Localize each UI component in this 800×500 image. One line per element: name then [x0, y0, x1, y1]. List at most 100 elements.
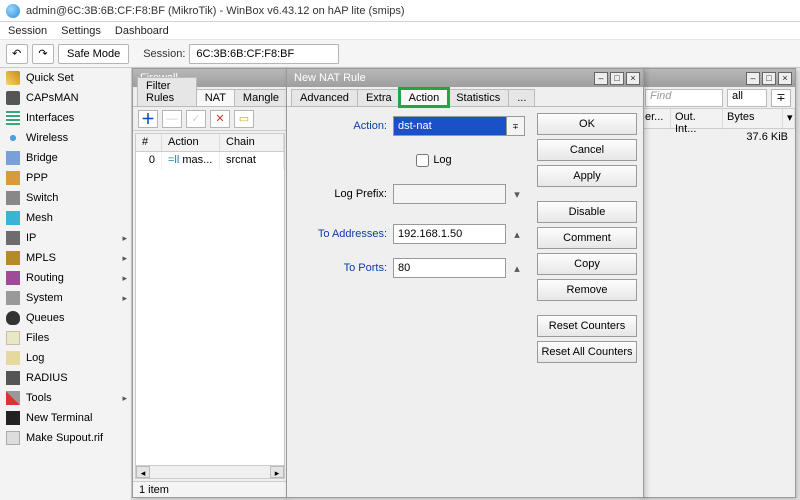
sidebar-item-label: Queues: [26, 312, 65, 324]
logprefix-input[interactable]: [393, 184, 506, 204]
sidebar-item-bridge[interactable]: Bridge: [0, 148, 131, 168]
files-icon: [6, 331, 20, 345]
close-button[interactable]: ×: [778, 72, 792, 85]
min-button[interactable]: –: [746, 72, 760, 85]
sidebar-item-label: Files: [26, 332, 49, 344]
max-button[interactable]: □: [762, 72, 776, 85]
submenu-arrow-icon: ▸: [122, 253, 127, 264]
table-row[interactable]: 0 =ll mas... srcnat: [136, 152, 284, 170]
nat-form: Action: dst-nat ∓ Log Log Prefix: ▾: [287, 107, 531, 497]
sidebar-item-queues[interactable]: Queues: [0, 308, 131, 328]
toports-collapse-icon[interactable]: ▴: [509, 262, 525, 275]
toaddresses-collapse-icon[interactable]: ▴: [509, 228, 525, 241]
reset-all-counters-button[interactable]: Reset All Counters: [537, 341, 637, 363]
logprefix-expand-icon[interactable]: ▾: [509, 188, 525, 201]
col-more[interactable]: ▾: [783, 109, 795, 128]
nat-titlebar[interactable]: New NAT Rule – □ ×: [287, 69, 643, 87]
sidebar-item-label: Tools: [26, 392, 52, 404]
ok-button[interactable]: OK: [537, 113, 637, 135]
sidebar-item-ip[interactable]: IP▸: [0, 228, 131, 248]
sidebar-item-capsman[interactable]: CAPsMAN: [0, 88, 131, 108]
toaddresses-input[interactable]: 192.168.1.50: [393, 224, 506, 244]
background-window-bar[interactable]: – □ ×: [641, 69, 795, 87]
sidebar-item-mesh[interactable]: Mesh: [0, 208, 131, 228]
tab-filter-rules[interactable]: Filter Rules: [137, 77, 197, 106]
disable-button[interactable]: Disable: [537, 201, 637, 223]
sidebar-item-log[interactable]: Log: [0, 348, 131, 368]
tab-statistics[interactable]: Statistics: [447, 89, 509, 106]
sidebar-item-radius[interactable]: RADIUS: [0, 368, 131, 388]
log-checkbox[interactable]: [416, 154, 429, 167]
close-button[interactable]: ×: [626, 72, 640, 85]
filter-dropdown[interactable]: ∓: [771, 89, 791, 107]
tab-nat[interactable]: NAT: [196, 89, 235, 106]
action-label: Action:: [293, 120, 387, 132]
submenu-arrow-icon: ▸: [122, 273, 127, 284]
col-number[interactable]: #: [136, 134, 162, 151]
firewall-grid: # Action Chain 0 =ll mas... srcnat: [135, 133, 285, 479]
col-action[interactable]: Action: [162, 134, 220, 151]
sidebar-item-system[interactable]: System▸: [0, 288, 131, 308]
comment-button[interactable]: ▭: [234, 110, 254, 128]
menu-dashboard[interactable]: Dashboard: [115, 25, 169, 37]
scroll-right-icon[interactable]: ▸: [270, 466, 284, 478]
nat-title: New NAT Rule: [290, 72, 366, 84]
filter-select[interactable]: all: [727, 89, 767, 107]
main-toolbar: ↷ ↷ Safe Mode Session: 6C:3B:6B:CF:F8:BF: [0, 40, 800, 68]
min-button[interactable]: –: [594, 72, 608, 85]
col-bytes[interactable]: Bytes: [723, 109, 783, 128]
disable-button[interactable]: ✕: [210, 110, 230, 128]
sidebar-item-make-supout-rif[interactable]: Make Supout.rif: [0, 428, 131, 448]
col-er[interactable]: er...: [641, 109, 671, 128]
copy-button[interactable]: Copy: [537, 253, 637, 275]
int-icon: [6, 111, 20, 125]
sidebar-item-new-terminal[interactable]: New Terminal: [0, 408, 131, 428]
max-button[interactable]: □: [610, 72, 624, 85]
sidebar-item-tools[interactable]: Tools▸: [0, 388, 131, 408]
apply-button[interactable]: Apply: [537, 165, 637, 187]
find-input[interactable]: Find: [645, 89, 723, 107]
bridge-icon: [6, 151, 20, 165]
add-button[interactable]: ＋: [138, 110, 158, 128]
toports-input[interactable]: 80: [393, 258, 506, 278]
reset-counters-button[interactable]: Reset Counters: [537, 315, 637, 337]
safemode-button[interactable]: Safe Mode: [58, 44, 129, 64]
tab-advanced[interactable]: Advanced: [291, 89, 358, 106]
sidebar-item-interfaces[interactable]: Interfaces: [0, 108, 131, 128]
undo-button[interactable]: ↷: [6, 44, 28, 64]
sidebar-item-ppp[interactable]: PPP: [0, 168, 131, 188]
col-outint[interactable]: Out. Int...: [671, 109, 723, 128]
app-titlebar: admin@6C:3B:6B:CF:F8:BF (MikroTik) - Win…: [0, 0, 800, 22]
sidebar-item-label: New Terminal: [26, 412, 92, 424]
sidebar-item-routing[interactable]: Routing▸: [0, 268, 131, 288]
backlist-row[interactable]: 37.6 KiB: [641, 129, 795, 147]
tab-mangle[interactable]: Mangle: [234, 89, 288, 106]
scroll-left-icon[interactable]: ◂: [136, 466, 150, 478]
comment-button[interactable]: Comment: [537, 227, 637, 249]
redo-button[interactable]: ↷: [32, 44, 54, 64]
cancel-button[interactable]: Cancel: [537, 139, 637, 161]
session-field[interactable]: 6C:3B:6B:CF:F8:BF: [189, 44, 339, 64]
sidebar-item-mpls[interactable]: MPLS▸: [0, 248, 131, 268]
menu-session[interactable]: Session: [8, 25, 47, 37]
sidebar-item-switch[interactable]: Switch: [0, 188, 131, 208]
logprefix-label: Log Prefix:: [293, 188, 387, 200]
menu-settings[interactable]: Settings: [61, 25, 101, 37]
remove-button[interactable]: Remove: [537, 279, 637, 301]
remove-button[interactable]: —: [162, 110, 182, 128]
tab-extra[interactable]: Extra: [357, 89, 401, 106]
tab-more[interactable]: ...: [508, 89, 535, 106]
tab-action[interactable]: Action: [400, 89, 449, 106]
firewall-hscroll[interactable]: ◂ ▸: [135, 465, 285, 479]
sidebar-item-wireless[interactable]: Wireless: [0, 128, 131, 148]
ppp-icon: [6, 171, 20, 185]
nat-tabs: Advanced Extra Action Statistics ...: [287, 87, 643, 107]
sidebar-item-label: Quick Set: [26, 72, 74, 84]
radius-icon: [6, 371, 20, 385]
sidebar-item-files[interactable]: Files: [0, 328, 131, 348]
action-select[interactable]: dst-nat: [393, 116, 507, 136]
enable-button[interactable]: ✓: [186, 110, 206, 128]
col-chain[interactable]: Chain: [220, 134, 284, 151]
action-dropdown-icon[interactable]: ∓: [507, 116, 525, 136]
sidebar-item-quick-set[interactable]: Quick Set: [0, 68, 131, 88]
